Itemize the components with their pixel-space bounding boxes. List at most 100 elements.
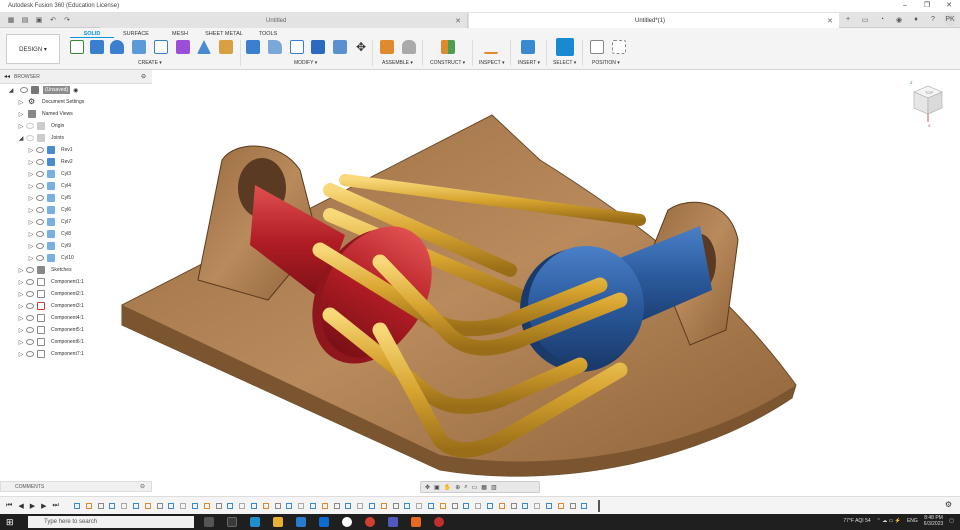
opera-icon[interactable] bbox=[434, 517, 444, 527]
hole-icon[interactable] bbox=[132, 40, 146, 54]
split-body-icon[interactable] bbox=[333, 40, 347, 54]
pin-icon[interactable]: ⊖ bbox=[140, 483, 145, 490]
timeline-feature[interactable] bbox=[97, 503, 104, 509]
timeline-feature[interactable] bbox=[534, 503, 541, 509]
model-render[interactable] bbox=[0, 70, 960, 494]
revert-position-icon[interactable] bbox=[612, 40, 626, 54]
timeline-feature[interactable] bbox=[522, 503, 529, 509]
display-settings-icon[interactable]: ▭ bbox=[472, 484, 478, 491]
store-icon[interactable] bbox=[296, 517, 306, 527]
comments-panel[interactable]: COMMENTS ⊖ bbox=[0, 481, 152, 492]
orbit-icon[interactable]: ✥ bbox=[425, 484, 430, 491]
chrome-icon[interactable] bbox=[365, 517, 375, 527]
file-icon[interactable]: ▤ bbox=[20, 15, 30, 25]
capture-position-icon[interactable] bbox=[590, 40, 604, 54]
timeline-feature[interactable] bbox=[74, 503, 80, 509]
timeline-feature[interactable] bbox=[439, 503, 446, 509]
step-forward-icon[interactable]: ▶ bbox=[41, 502, 46, 510]
tab-close-icon[interactable]: ✕ bbox=[827, 17, 833, 25]
joint-icon[interactable] bbox=[402, 40, 416, 54]
timeline-feature[interactable] bbox=[262, 503, 269, 509]
timeline-feature[interactable] bbox=[404, 503, 411, 509]
timeline-feature[interactable] bbox=[298, 503, 305, 509]
unity-icon[interactable] bbox=[342, 517, 352, 527]
timeline-feature[interactable] bbox=[85, 503, 92, 509]
timeline-feature[interactable] bbox=[369, 503, 375, 509]
notification-center-icon[interactable]: ▢ bbox=[949, 518, 954, 524]
timeline-feature[interactable] bbox=[310, 503, 316, 509]
extrude-icon[interactable] bbox=[90, 40, 104, 54]
cloud-icon[interactable]: ◉ bbox=[893, 13, 905, 26]
fusion-app-icon[interactable] bbox=[411, 517, 421, 527]
windows-start-icon[interactable]: ⊞ bbox=[6, 517, 16, 527]
tab-untitled-1[interactable]: Untitled*(1) ✕ bbox=[469, 13, 839, 28]
save-icon[interactable]: ▣ bbox=[34, 15, 44, 25]
timeline-feature[interactable] bbox=[286, 503, 293, 509]
workspace-switcher[interactable]: DESIGN ▾ bbox=[6, 34, 60, 64]
move-copy-icon[interactable]: ✥ bbox=[354, 40, 368, 54]
maximize-button[interactable]: ❐ bbox=[916, 0, 938, 12]
timeline-feature[interactable] bbox=[380, 503, 387, 509]
job-status-icon[interactable]: ◔ bbox=[876, 13, 888, 26]
position-group-label[interactable]: POSITION ▾ bbox=[592, 60, 620, 66]
help-icon[interactable]: ? bbox=[927, 13, 939, 26]
shell-icon[interactable] bbox=[290, 40, 304, 54]
tab-tools[interactable]: TOOLS bbox=[246, 30, 290, 38]
tab-mesh[interactable]: MESH bbox=[158, 30, 202, 38]
timeline-feature[interactable] bbox=[463, 503, 470, 509]
construct-group-label[interactable]: CONSTRUCT ▾ bbox=[430, 60, 465, 66]
go-to-start-icon[interactable]: ⏮ bbox=[6, 502, 12, 510]
timeline-feature[interactable] bbox=[498, 503, 505, 509]
timeline-feature[interactable] bbox=[475, 503, 482, 509]
timeline-feature[interactable] bbox=[109, 503, 116, 509]
zoom-icon[interactable]: ⊕ bbox=[455, 484, 460, 491]
pan-icon[interactable]: ✋ bbox=[444, 484, 451, 491]
create-group-label[interactable]: CREATE ▾ bbox=[138, 60, 162, 66]
timeline-feature[interactable] bbox=[487, 503, 493, 509]
play-icon[interactable]: ▶ bbox=[30, 502, 35, 510]
timeline-feature[interactable] bbox=[168, 503, 175, 509]
revolve-icon[interactable] bbox=[110, 40, 124, 54]
timeline-feature[interactable] bbox=[321, 503, 328, 509]
notifications-icon[interactable]: ♦ bbox=[910, 13, 922, 26]
look-at-icon[interactable]: ▣ bbox=[434, 484, 440, 491]
timeline-feature[interactable] bbox=[144, 503, 151, 509]
task-view-icon[interactable] bbox=[227, 517, 237, 527]
teams-icon[interactable] bbox=[388, 517, 398, 527]
insert-group-label[interactable]: INSERT ▾ bbox=[518, 60, 540, 66]
timeline-marker[interactable] bbox=[598, 500, 600, 512]
timeline-feature[interactable] bbox=[581, 503, 588, 509]
timeline-feature[interactable] bbox=[546, 503, 552, 509]
timeline-feature[interactable] bbox=[557, 503, 564, 509]
assemble-group-label[interactable]: ASSEMBLE ▾ bbox=[382, 60, 413, 66]
loft-icon[interactable] bbox=[197, 40, 211, 54]
tab-surface[interactable]: SURFACE bbox=[114, 30, 158, 38]
timeline-feature[interactable] bbox=[345, 503, 352, 509]
vscode-icon[interactable] bbox=[319, 517, 329, 527]
insert-image-icon[interactable] bbox=[521, 40, 535, 54]
tab-solid[interactable]: SOLID bbox=[70, 30, 114, 38]
new-tab-icon[interactable]: + bbox=[842, 13, 854, 26]
weather-text[interactable]: 77°F AQI 54 bbox=[843, 518, 870, 524]
grid-menu-icon[interactable]: ▦ bbox=[6, 15, 16, 25]
form-icon[interactable] bbox=[176, 40, 190, 54]
timeline-feature[interactable] bbox=[203, 503, 210, 509]
edge-icon[interactable] bbox=[250, 517, 260, 527]
tray-icons[interactable]: ⌃ ☁ ▭ ⚡ bbox=[877, 518, 901, 524]
grid-settings-icon[interactable]: ▦ bbox=[481, 484, 487, 491]
close-button[interactable]: ✕ bbox=[938, 0, 960, 12]
insert-derive-icon[interactable] bbox=[219, 40, 233, 54]
viewports-icon[interactable]: ▥ bbox=[491, 484, 497, 491]
redo-icon[interactable]: ↷ bbox=[62, 15, 72, 25]
inspect-group-label[interactable]: INSPECT ▾ bbox=[479, 60, 504, 66]
timeline-feature[interactable] bbox=[416, 503, 423, 509]
offset-plane-icon[interactable] bbox=[441, 40, 455, 54]
measure-icon[interactable] bbox=[484, 40, 498, 54]
timeline-settings-icon[interactable]: ⚙ bbox=[945, 500, 952, 509]
new-component-icon[interactable] bbox=[380, 40, 394, 54]
step-back-icon[interactable]: ◀ bbox=[18, 502, 23, 510]
timeline-feature[interactable] bbox=[133, 503, 139, 509]
avatar[interactable]: PK bbox=[944, 13, 956, 26]
combine-icon[interactable] bbox=[311, 40, 325, 54]
tab-untitled[interactable]: Untitled ✕ bbox=[100, 13, 468, 28]
